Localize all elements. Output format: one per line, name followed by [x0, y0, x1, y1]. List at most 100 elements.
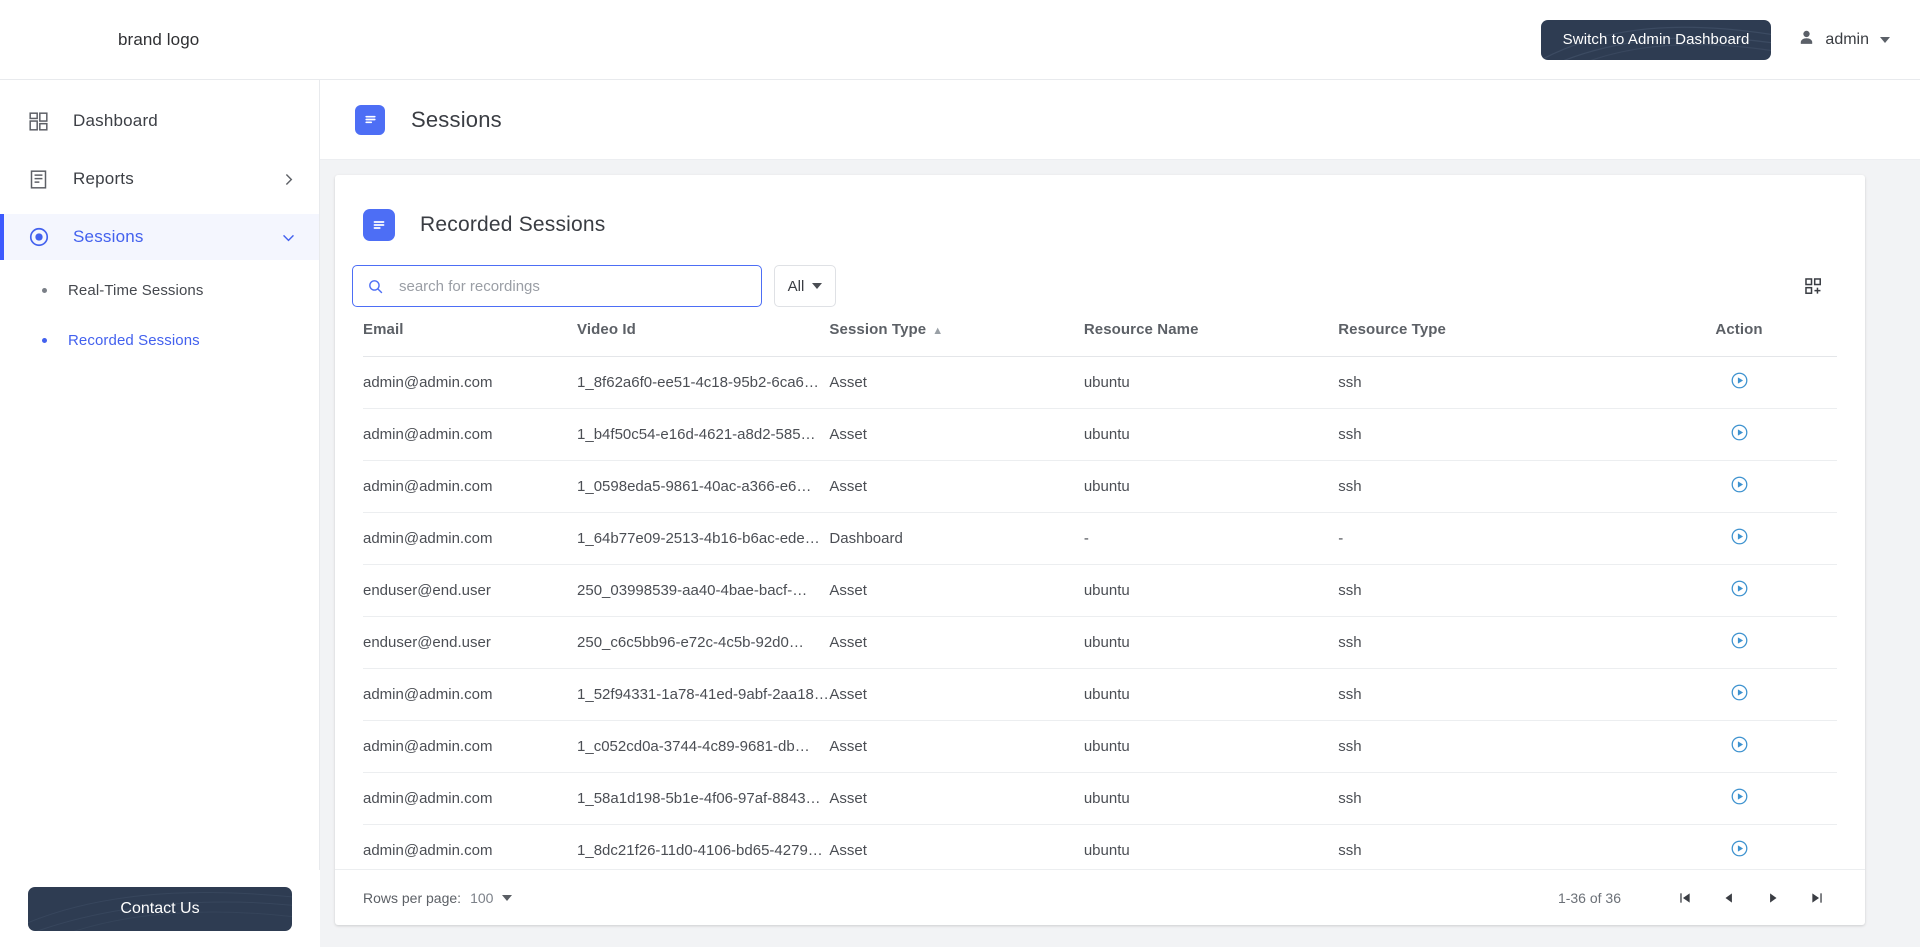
cell-session-type: Dashboard: [829, 512, 1084, 565]
table-head: Email Video Id Session Type ▲ Resource Na…: [363, 311, 1837, 357]
column-header-video-id-label: Video Id: [577, 321, 636, 338]
table-footer: Rows per page: 100 1-36 of 36: [335, 869, 1865, 925]
cell-resource-name: ubuntu: [1083, 408, 1339, 461]
column-header-session-type[interactable]: Session Type ▲: [829, 311, 1084, 357]
column-header-action-label: Action: [1715, 321, 1763, 338]
brand-logo: brand logo: [118, 29, 200, 49]
play-recording-icon[interactable]: [1730, 579, 1749, 598]
cell-email: admin@admin.com: [363, 720, 578, 773]
sidebar-item-sessions[interactable]: Sessions: [0, 214, 319, 260]
cell-action: [1641, 772, 1837, 825]
cell-session-type: Asset: [829, 408, 1084, 461]
column-header-email[interactable]: Email: [363, 311, 578, 357]
first-page-button[interactable]: [1663, 881, 1707, 915]
top-bar-right: Switch to Admin Dashboard admin: [1540, 19, 1920, 60]
cell-action: [1641, 668, 1837, 721]
sessions-table: Email Video Id Session Type ▲ Resource Na…: [363, 311, 1837, 869]
bullet-icon: [42, 337, 47, 343]
play-recording-icon[interactable]: [1730, 787, 1749, 806]
play-recording-icon[interactable]: [1730, 683, 1749, 702]
table-row[interactable]: enduser@end.user 250_03998539-aa40-4bae-b…: [363, 564, 1837, 617]
cell-email: admin@admin.com: [363, 512, 578, 565]
content-area: Recorded Sessions All: [320, 160, 1920, 947]
grid-add-icon[interactable]: [1804, 277, 1823, 296]
table-toolbar: All: [335, 247, 1865, 311]
rows-per-page-dropdown[interactable]: 100: [470, 889, 513, 906]
previous-page-button[interactable]: [1707, 881, 1751, 915]
play-recording-icon[interactable]: [1730, 631, 1749, 650]
next-page-icon: [1770, 892, 1777, 903]
user-menu[interactable]: admin: [1797, 28, 1890, 52]
cell-video-id: 1_c052cd0a-3744-4c89-9681-db…: [577, 720, 830, 773]
cell-email: enduser@end.user: [363, 564, 578, 617]
table-row[interactable]: admin@admin.com 1_8dc21f26-11d0-4106-bd65…: [363, 824, 1837, 869]
play-recording-icon[interactable]: [1730, 735, 1749, 754]
last-page-button[interactable]: [1795, 881, 1839, 915]
filter-dropdown[interactable]: All: [774, 265, 836, 307]
cell-session-type: Asset: [829, 564, 1084, 617]
dashboard-grid-icon: [28, 111, 54, 132]
cell-resource-type: ssh: [1338, 668, 1642, 721]
column-header-video-id[interactable]: Video Id: [577, 311, 830, 357]
table-row[interactable]: admin@admin.com 1_b4f50c54-e16d-4621-a8d2…: [363, 408, 1837, 461]
first-page-icon: [1680, 892, 1690, 903]
contact-us-button[interactable]: Contact Us: [28, 886, 292, 931]
column-header-resource-name[interactable]: Resource Name: [1083, 311, 1339, 357]
table-row[interactable]: enduser@end.user 250_c6c5bb96-e72c-4c5b-9…: [363, 616, 1837, 669]
page-header: Sessions: [320, 80, 1920, 160]
cell-action: [1641, 460, 1837, 513]
next-page-button[interactable]: [1751, 881, 1795, 915]
card-title: Recorded Sessions: [420, 213, 606, 236]
table-row[interactable]: admin@admin.com 1_8f62a6f0-ee51-4c18-95b2…: [363, 356, 1837, 409]
search-input[interactable]: [397, 276, 747, 296]
table-row[interactable]: admin@admin.com 1_c052cd0a-3744-4c89-9681…: [363, 720, 1837, 773]
cell-action: [1641, 564, 1837, 617]
cell-resource-type: ssh: [1338, 460, 1642, 513]
play-recording-icon[interactable]: [1730, 527, 1749, 546]
cell-resource-type: ssh: [1338, 564, 1642, 617]
table-row[interactable]: admin@admin.com 1_58a1d198-5b1e-4f06-97af…: [363, 772, 1837, 825]
search-box[interactable]: [352, 265, 762, 307]
chevron-right-icon: [280, 171, 297, 188]
cell-session-type: Asset: [829, 460, 1084, 513]
column-header-resource-type[interactable]: Resource Type: [1338, 311, 1642, 357]
recorded-sessions-card: Recorded Sessions All: [335, 175, 1865, 925]
bullet-icon: [42, 287, 47, 293]
sidebar-item-real-time-sessions[interactable]: Real-Time Sessions: [0, 270, 319, 310]
sidebar-item-recorded-sessions-label: Recorded Sessions: [68, 331, 200, 349]
column-header-session-type-label: Session Type: [829, 321, 927, 338]
cell-session-type: Asset: [829, 772, 1084, 825]
cell-resource-name: ubuntu: [1083, 460, 1339, 513]
recorded-sessions-icon: [363, 209, 395, 241]
cell-action: [1641, 408, 1837, 461]
play-recording-icon[interactable]: [1730, 423, 1749, 442]
table-row[interactable]: admin@admin.com 1_0598eda5-9861-40ac-a366…: [363, 460, 1837, 513]
sidebar-item-dashboard[interactable]: Dashboard: [0, 98, 319, 144]
cell-action: [1641, 720, 1837, 773]
cell-resource-name: ubuntu: [1083, 720, 1339, 773]
table-row[interactable]: admin@admin.com 1_52f94331-1a78-41ed-9abf…: [363, 668, 1837, 721]
pagination-range-label: 1-36 of 36: [1557, 889, 1621, 906]
switch-to-admin-dashboard-button[interactable]: Switch to Admin Dashboard: [1540, 19, 1772, 60]
column-header-resource-type-label: Resource Type: [1338, 321, 1446, 338]
cell-email: enduser@end.user: [363, 616, 578, 669]
cell-video-id: 1_b4f50c54-e16d-4621-a8d2-585…: [577, 408, 830, 461]
sidebar-item-reports[interactable]: Reports: [0, 156, 319, 202]
report-document-icon: [28, 169, 54, 190]
cell-resource-type: ssh: [1338, 772, 1642, 825]
play-recording-icon[interactable]: [1730, 475, 1749, 494]
cell-video-id: 250_03998539-aa40-4bae-bacf-…: [577, 564, 830, 617]
cell-email: admin@admin.com: [363, 668, 578, 721]
cell-video-id: 1_58a1d198-5b1e-4f06-97af-8843…: [577, 772, 830, 825]
sessions-radio-icon: [28, 226, 54, 248]
table-row[interactable]: admin@admin.com 1_64b77e09-2513-4b16-b6ac…: [363, 512, 1837, 565]
cell-resource-name: ubuntu: [1083, 616, 1339, 669]
sidebar-item-real-time-sessions-label: Real-Time Sessions: [68, 281, 204, 299]
sidebar-item-recorded-sessions[interactable]: Recorded Sessions: [0, 320, 319, 360]
play-recording-icon[interactable]: [1730, 371, 1749, 390]
cell-video-id: 1_64b77e09-2513-4b16-b6ac-ede…: [577, 512, 830, 565]
filter-dropdown-value: All: [787, 277, 805, 295]
play-recording-icon[interactable]: [1730, 839, 1749, 858]
rows-per-page-value: 100: [470, 889, 494, 906]
cell-resource-name: ubuntu: [1083, 564, 1339, 617]
